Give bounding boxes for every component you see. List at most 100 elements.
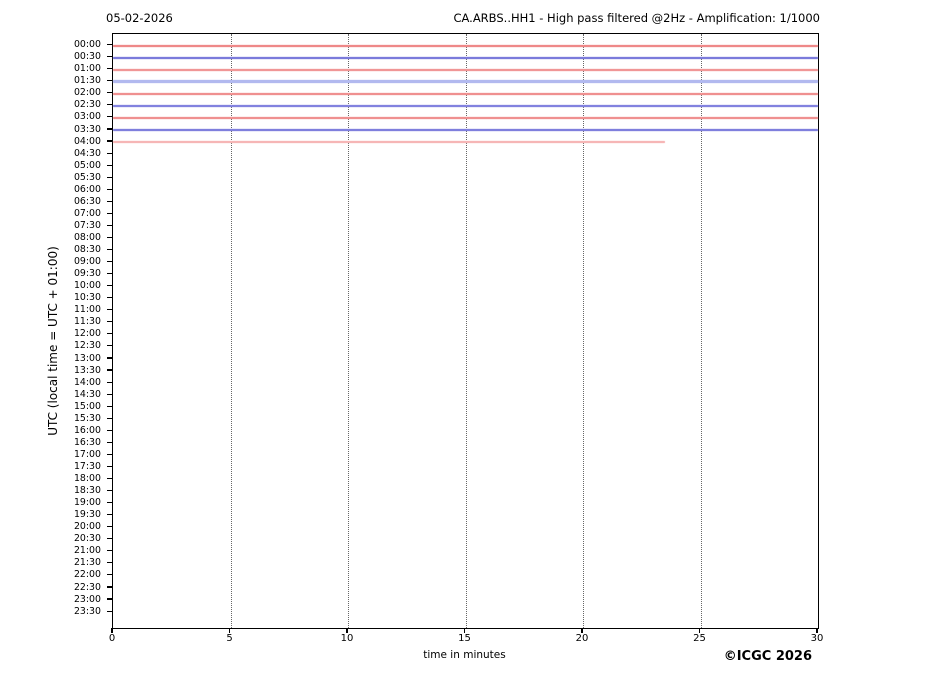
y-tick-label: 01:30 <box>0 75 101 86</box>
helicorder-figure: 05-02-2026 CA.ARBS..HH1 - High pass filt… <box>0 0 927 696</box>
y-tick-label: 02:30 <box>0 99 101 110</box>
seismic-trace <box>113 45 818 47</box>
y-tick-label: 19:30 <box>0 509 101 520</box>
y-tick <box>107 357 112 358</box>
y-tick <box>107 309 112 310</box>
x-tick-label: 0 <box>92 633 132 645</box>
y-tick <box>107 418 112 419</box>
y-tick <box>107 285 112 286</box>
y-tick <box>107 128 112 129</box>
y-tick-label: 20:30 <box>0 533 101 544</box>
y-tick <box>107 369 112 370</box>
y-tick-label: 14:00 <box>0 377 101 388</box>
y-tick <box>107 261 112 262</box>
y-tick <box>107 430 112 431</box>
y-tick-label: 15:00 <box>0 401 101 412</box>
seismic-trace <box>113 129 818 131</box>
x-gridline <box>701 34 702 628</box>
y-tick-label: 05:00 <box>0 160 101 171</box>
y-tick-label: 01:00 <box>0 63 101 74</box>
y-tick-label: 22:00 <box>0 569 101 580</box>
y-tick-label: 06:30 <box>0 196 101 207</box>
y-tick-label: 13:30 <box>0 365 101 376</box>
y-tick-label: 21:30 <box>0 557 101 568</box>
y-tick <box>107 153 112 154</box>
y-tick-label: 11:30 <box>0 316 101 327</box>
x-gridline <box>348 34 349 628</box>
y-tick-label: 03:30 <box>0 124 101 135</box>
y-tick-label: 18:00 <box>0 473 101 484</box>
y-tick <box>107 526 112 527</box>
y-tick-label: 08:30 <box>0 244 101 255</box>
x-gridline <box>583 34 584 628</box>
y-tick-label: 13:00 <box>0 353 101 364</box>
x-tick-label: 15 <box>445 633 485 645</box>
y-tick <box>107 104 112 105</box>
y-tick-label: 07:00 <box>0 208 101 219</box>
y-tick <box>107 56 112 57</box>
y-tick <box>107 273 112 274</box>
y-tick-label: 16:30 <box>0 437 101 448</box>
y-tick-label: 07:30 <box>0 220 101 231</box>
y-tick-label: 00:00 <box>0 39 101 50</box>
y-tick <box>107 598 112 599</box>
y-tick-label: 11:00 <box>0 304 101 315</box>
y-tick-label: 20:00 <box>0 521 101 532</box>
y-tick-label: 04:00 <box>0 136 101 147</box>
y-tick <box>107 611 112 612</box>
y-tick-label: 17:30 <box>0 461 101 472</box>
y-tick <box>107 44 112 45</box>
y-tick <box>107 538 112 539</box>
x-tick-label: 30 <box>797 633 837 645</box>
y-tick <box>107 478 112 479</box>
x-tick-label: 10 <box>327 633 367 645</box>
y-tick-label: 12:00 <box>0 328 101 339</box>
plot-area <box>112 33 819 629</box>
y-tick <box>107 550 112 551</box>
y-tick <box>107 116 112 117</box>
y-tick <box>107 466 112 467</box>
y-tick-label: 14:30 <box>0 389 101 400</box>
y-tick-label: 00:30 <box>0 51 101 62</box>
y-tick <box>107 454 112 455</box>
y-tick <box>107 394 112 395</box>
y-tick <box>107 249 112 250</box>
y-tick-label: 05:30 <box>0 172 101 183</box>
y-tick <box>107 406 112 407</box>
y-tick <box>107 68 112 69</box>
y-tick-label: 21:00 <box>0 545 101 556</box>
y-tick <box>107 382 112 383</box>
x-gridline <box>231 34 232 628</box>
y-tick <box>107 333 112 334</box>
x-tick-label: 20 <box>562 633 602 645</box>
y-tick-label: 18:30 <box>0 485 101 496</box>
y-tick <box>107 189 112 190</box>
y-tick-label: 15:30 <box>0 413 101 424</box>
y-tick-label: 10:00 <box>0 280 101 291</box>
y-tick <box>107 213 112 214</box>
y-tick <box>107 225 112 226</box>
y-tick <box>107 237 112 238</box>
y-tick-label: 12:30 <box>0 340 101 351</box>
y-tick-label: 06:00 <box>0 184 101 195</box>
y-tick <box>107 562 112 563</box>
seismic-trace <box>113 141 665 143</box>
y-tick <box>107 502 112 503</box>
y-tick-label: 23:00 <box>0 594 101 605</box>
x-tick-label: 25 <box>680 633 720 645</box>
y-tick-label: 17:00 <box>0 449 101 460</box>
seismic-trace <box>113 105 818 107</box>
y-tick-label: 19:00 <box>0 497 101 508</box>
y-tick <box>107 201 112 202</box>
seismic-trace <box>113 80 818 83</box>
y-tick <box>107 514 112 515</box>
y-tick-label: 22:30 <box>0 582 101 593</box>
y-tick <box>107 574 112 575</box>
y-tick-label: 03:00 <box>0 111 101 122</box>
y-tick-label: 23:30 <box>0 606 101 617</box>
y-tick <box>107 165 112 166</box>
y-tick-label: 09:00 <box>0 256 101 267</box>
y-tick <box>107 490 112 491</box>
y-tick <box>107 140 112 141</box>
y-tick <box>107 345 112 346</box>
